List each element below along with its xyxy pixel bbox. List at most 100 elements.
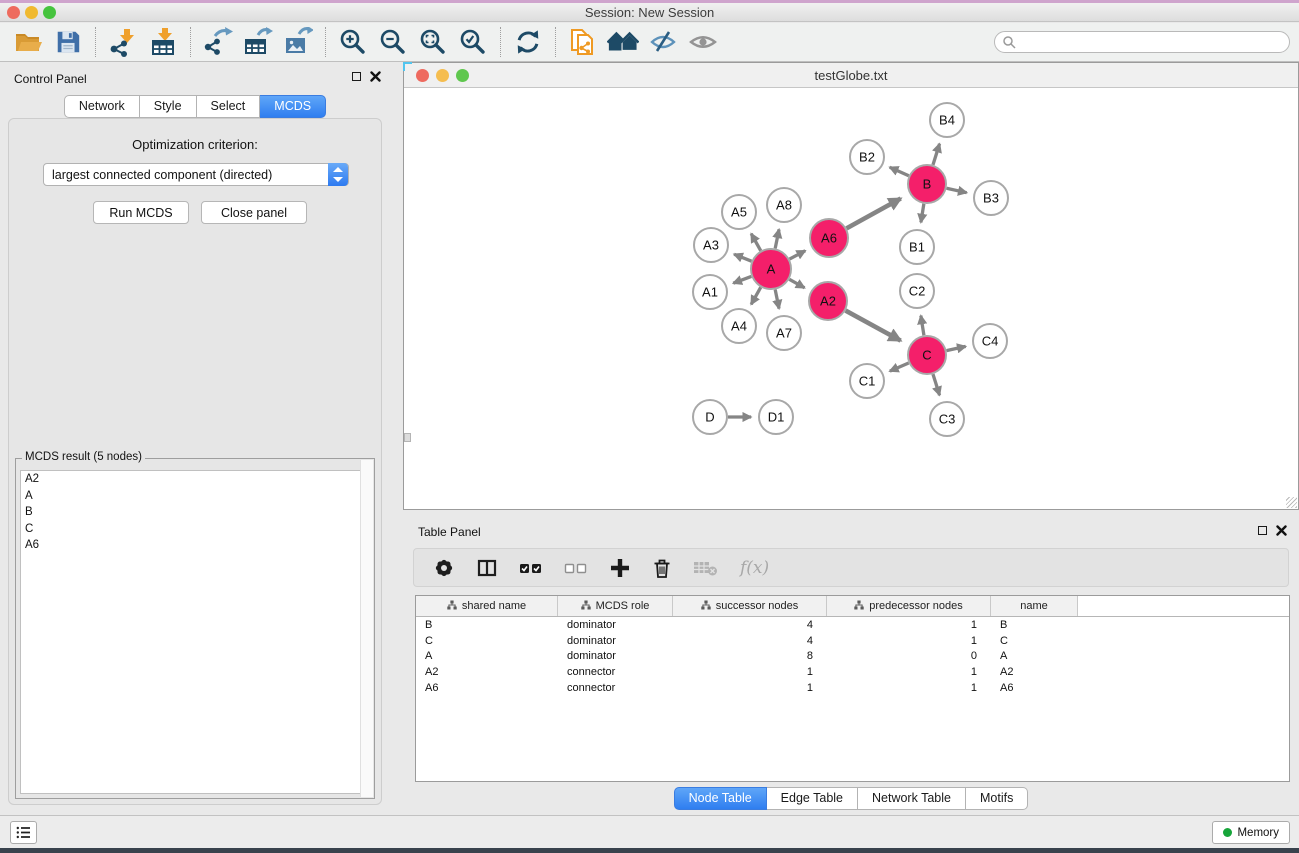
column-header-MCDS-role[interactable]: MCDS role bbox=[558, 596, 673, 616]
table-row[interactable]: Bdominator41B bbox=[416, 617, 1289, 633]
graph-edge-A2-C[interactable] bbox=[846, 311, 901, 341]
cell-predecessor-nodes[interactable]: 1 bbox=[827, 666, 991, 678]
open-file-icon[interactable] bbox=[8, 25, 48, 59]
table-row[interactable]: Adominator80A bbox=[416, 648, 1289, 664]
graph-node-A8[interactable]: A8 bbox=[767, 188, 801, 222]
cell-predecessor-nodes[interactable]: 1 bbox=[827, 635, 991, 647]
cell-name[interactable]: B bbox=[991, 619, 1078, 631]
export-image-icon[interactable] bbox=[278, 25, 318, 59]
cell-MCDS-role[interactable]: dominator bbox=[558, 635, 673, 647]
cell-name[interactable]: A6 bbox=[991, 682, 1078, 694]
import-network-icon[interactable] bbox=[103, 25, 143, 59]
cell-shared-name[interactable]: A6 bbox=[416, 682, 558, 694]
export-network-icon[interactable] bbox=[198, 25, 238, 59]
save-session-icon[interactable] bbox=[48, 25, 88, 59]
tab-motifs[interactable]: Motifs bbox=[966, 787, 1028, 810]
function-builder-icon[interactable]: f(x) bbox=[740, 558, 769, 578]
zoom-selected-icon[interactable] bbox=[453, 25, 493, 59]
zoom-in-icon[interactable] bbox=[333, 25, 373, 59]
network-window-titlebar[interactable]: testGlobe.txt bbox=[404, 63, 1298, 88]
column-header-predecessor-nodes[interactable]: predecessor nodes bbox=[827, 596, 991, 616]
cell-shared-name[interactable]: A bbox=[416, 650, 558, 662]
cell-name[interactable]: A2 bbox=[991, 666, 1078, 678]
graph-edge-C-C2[interactable] bbox=[921, 316, 924, 336]
criterion-dropdown[interactable]: largest connected component (directed) bbox=[43, 163, 349, 186]
show-home-icon[interactable] bbox=[603, 25, 643, 59]
graph-edge-B-B1[interactable] bbox=[921, 204, 924, 223]
cell-MCDS-role[interactable]: connector bbox=[558, 666, 673, 678]
deselect-all-checks-icon[interactable] bbox=[564, 557, 588, 579]
tab-style[interactable]: Style bbox=[140, 95, 197, 118]
graph-node-A2[interactable]: A2 bbox=[809, 282, 847, 320]
graph-node-D[interactable]: D bbox=[693, 400, 727, 434]
cell-name[interactable]: C bbox=[991, 635, 1078, 647]
close-table-panel-icon[interactable] bbox=[1276, 525, 1287, 536]
import-table-icon[interactable] bbox=[143, 25, 183, 59]
memory-button[interactable]: Memory bbox=[1212, 821, 1290, 844]
tab-select[interactable]: Select bbox=[197, 95, 261, 118]
cell-predecessor-nodes[interactable]: 1 bbox=[827, 619, 991, 631]
graph-edge-C-C4[interactable] bbox=[947, 346, 966, 350]
graph-node-A5[interactable]: A5 bbox=[722, 195, 756, 229]
view-scrollbar-mark[interactable] bbox=[404, 433, 411, 442]
cell-successor-nodes[interactable]: 8 bbox=[673, 650, 827, 662]
add-column-icon[interactable] bbox=[609, 557, 631, 579]
delete-table-icon[interactable] bbox=[693, 558, 719, 578]
graph-node-A6[interactable]: A6 bbox=[810, 219, 848, 257]
graph-node-A[interactable]: A bbox=[751, 249, 791, 289]
delete-column-icon[interactable] bbox=[652, 557, 672, 579]
tab-mcds[interactable]: MCDS bbox=[260, 95, 326, 118]
graph-node-A4[interactable]: A4 bbox=[722, 309, 756, 343]
float-panel-icon[interactable] bbox=[352, 72, 361, 81]
graph-edge-A-A6[interactable] bbox=[790, 251, 806, 259]
graph-edge-A-A4[interactable] bbox=[751, 287, 761, 304]
cell-successor-nodes[interactable]: 4 bbox=[673, 619, 827, 631]
graph-edge-A-A2[interactable] bbox=[789, 279, 804, 288]
graph-node-B1[interactable]: B1 bbox=[900, 230, 934, 264]
graph-edge-A-A7[interactable] bbox=[775, 290, 779, 309]
cell-shared-name[interactable]: A2 bbox=[416, 666, 558, 678]
graph-edge-C-C3[interactable] bbox=[933, 374, 940, 395]
cell-successor-nodes[interactable]: 1 bbox=[673, 666, 827, 678]
graph-edge-A6-B[interactable] bbox=[847, 198, 901, 228]
graph-node-C1[interactable]: C1 bbox=[850, 364, 884, 398]
cell-shared-name[interactable]: B bbox=[416, 619, 558, 631]
graph-edge-C-C1[interactable] bbox=[890, 363, 909, 371]
graph-node-B4[interactable]: B4 bbox=[930, 103, 964, 137]
tab-node-table[interactable]: Node Table bbox=[674, 787, 767, 810]
graph-edge-A-A3[interactable] bbox=[734, 254, 751, 261]
close-panel-icon[interactable] bbox=[370, 71, 381, 82]
mcds-result-list[interactable]: A2ABCA6 bbox=[20, 470, 370, 794]
cell-MCDS-role[interactable]: dominator bbox=[558, 619, 673, 631]
run-mcds-button[interactable]: Run MCDS bbox=[93, 201, 189, 224]
cell-predecessor-nodes[interactable]: 0 bbox=[827, 650, 991, 662]
result-scrollbar[interactable] bbox=[360, 460, 373, 797]
zoom-fit-icon[interactable] bbox=[413, 25, 453, 59]
cell-successor-nodes[interactable]: 1 bbox=[673, 682, 827, 694]
graph-node-A7[interactable]: A7 bbox=[767, 316, 801, 350]
search-input[interactable] bbox=[1020, 33, 1289, 51]
graph-node-A1[interactable]: A1 bbox=[693, 275, 727, 309]
graph-node-C[interactable]: C bbox=[908, 336, 946, 374]
task-history-button[interactable] bbox=[10, 821, 37, 844]
cell-MCDS-role[interactable]: dominator bbox=[558, 650, 673, 662]
export-table-icon[interactable] bbox=[238, 25, 278, 59]
cell-predecessor-nodes[interactable]: 1 bbox=[827, 682, 991, 694]
column-header-shared-name[interactable]: shared name bbox=[416, 596, 558, 616]
result-item[interactable]: A6 bbox=[21, 537, 369, 554]
result-item[interactable]: B bbox=[21, 504, 369, 521]
graph-edge-B-B3[interactable] bbox=[947, 188, 967, 192]
graph-node-C2[interactable]: C2 bbox=[900, 274, 934, 308]
show-all-icon[interactable] bbox=[683, 25, 723, 59]
graph-node-A3[interactable]: A3 bbox=[694, 228, 728, 262]
column-header-successor-nodes[interactable]: successor nodes bbox=[673, 596, 827, 616]
show-column-icon[interactable] bbox=[476, 557, 498, 579]
cell-name[interactable]: A bbox=[991, 650, 1078, 662]
view-resize-handle[interactable] bbox=[1286, 497, 1297, 508]
table-row[interactable]: A6connector11A6 bbox=[416, 680, 1289, 696]
node-table[interactable]: shared nameMCDS rolesuccessor nodesprede… bbox=[415, 595, 1290, 782]
network-graph[interactable]: AA6A2BCA5A8A3A1A4A7B2B4B3B1C2C4C1C3DD1 bbox=[404, 88, 1298, 509]
select-all-checks-icon[interactable] bbox=[519, 557, 543, 579]
result-item[interactable]: C bbox=[21, 521, 369, 538]
tab-network-table[interactable]: Network Table bbox=[858, 787, 966, 810]
